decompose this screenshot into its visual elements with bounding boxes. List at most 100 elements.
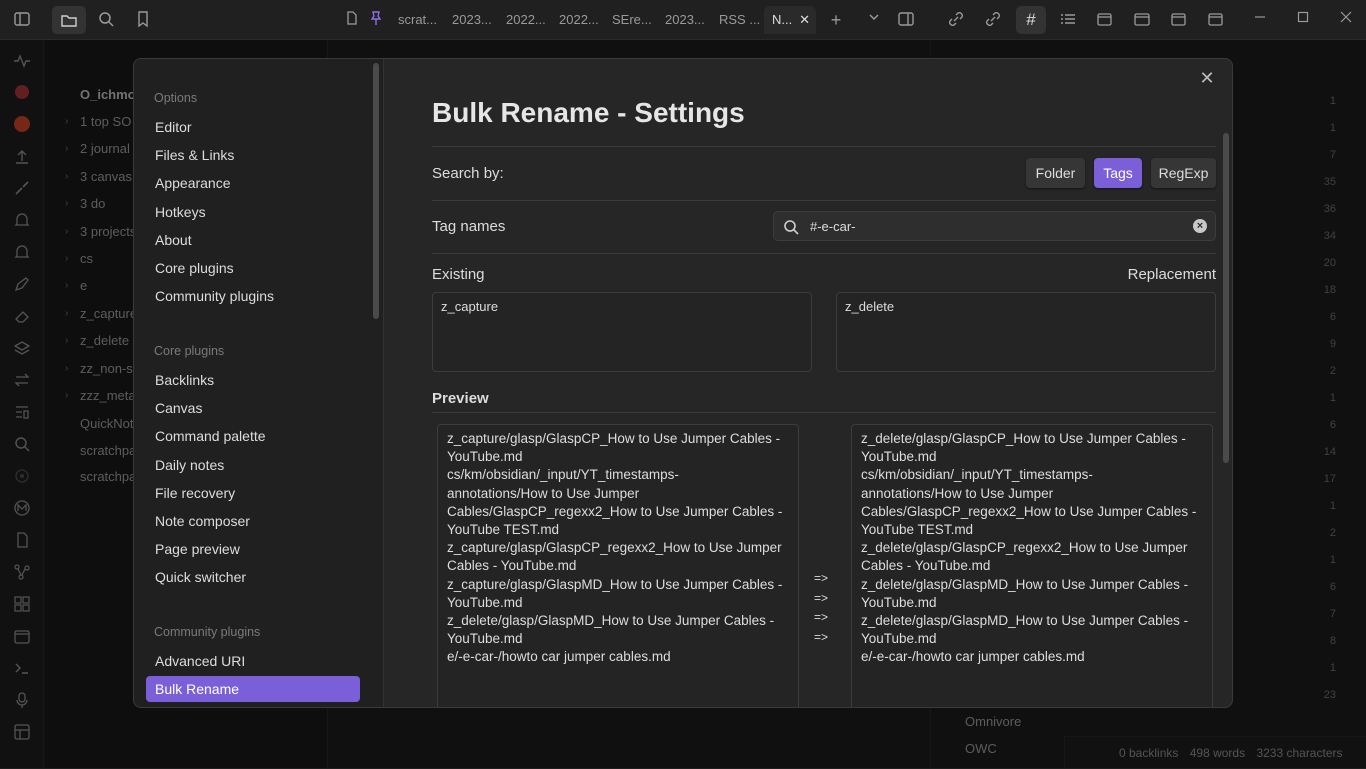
search-by-label: Search by: [432, 165, 504, 182]
preview-path-line: z_delete/glasp/GlaspMD_How to Use Jumper… [447, 612, 789, 630]
tag-names-label: Tag names [432, 218, 505, 235]
tab-1[interactable]: scrat... [398, 6, 446, 34]
sidebar-item-command-palette[interactable]: Command palette [146, 423, 360, 449]
sidebar-item-daily-notes[interactable]: Daily notes [146, 452, 360, 478]
sidebar-scrollbar[interactable] [373, 63, 379, 319]
close-window-icon[interactable] [1336, 10, 1356, 30]
calendar-icon[interactable] [1132, 10, 1152, 30]
preview-path-line: YouTube TEST.md [861, 521, 1203, 539]
minimize-icon[interactable] [1250, 10, 1270, 30]
preview-path-line: YouTube.md [447, 594, 789, 612]
preview-replacement-paths: z_delete/glasp/GlaspCP_How to Use Jumper… [851, 424, 1213, 708]
tab-5[interactable]: SEre... [612, 6, 656, 34]
calendar-clock-icon[interactable] [1095, 10, 1115, 30]
preview-path-line: z_delete/glasp/GlaspMD_How to Use Jumper… [861, 612, 1203, 630]
search-icon[interactable] [96, 10, 116, 30]
core-plugins-heading: Core plugins [154, 344, 224, 358]
title-bar: scrat... 2023... 2022... 2022... SEre...… [0, 0, 1366, 40]
preview-path-line: z_delete/glasp/GlaspCP_How to Use Jumper… [861, 430, 1203, 448]
preview-path-line: cs/km/obsidian/_input/YT_timestamps- [861, 466, 1203, 484]
regexp-button[interactable]: RegExp [1151, 158, 1216, 188]
tab-active[interactable]: N... ✕ [764, 6, 816, 34]
preview-path-line: YouTube.md [447, 448, 789, 466]
tag-icon[interactable]: # [1016, 6, 1046, 34]
preview-path-line: YouTube TEST.md [447, 521, 789, 539]
preview-path-line: Cables/GlaspCP_regexx2_How to Use Jumper… [447, 503, 789, 521]
file-icon [342, 10, 362, 30]
tags-button[interactable]: Tags [1094, 158, 1142, 188]
existing-label: Existing [432, 266, 485, 283]
community-plugins-heading: Community plugins [154, 625, 260, 639]
tab-7[interactable]: RSS ... [719, 6, 763, 34]
tab-2[interactable]: 2023... [452, 6, 500, 34]
preview-path-line: YouTube.md [861, 630, 1203, 648]
tab-6[interactable]: 2023... [665, 6, 713, 34]
divider [432, 253, 1216, 254]
divider [432, 146, 1216, 147]
sidebar-item-core-plugins[interactable]: Core plugins [146, 255, 360, 281]
sidebar-item-hotkeys[interactable]: Hotkeys [146, 199, 360, 225]
tab-4[interactable]: 2022... [559, 6, 607, 34]
sidebar-item-backlinks[interactable]: Backlinks [146, 367, 360, 393]
sidebar-item-files-links[interactable]: Files & Links [146, 142, 360, 168]
new-tab-icon[interactable]: + [826, 10, 846, 30]
sidebar-item-note-composer[interactable]: Note composer [146, 508, 360, 534]
preview-path-line: annotations/How to Use Jumper [447, 485, 789, 503]
preview-path-line: Cables - YouTube.md [861, 557, 1203, 575]
preview-path-line: z_capture/glasp/GlaspCP_How to Use Jumpe… [447, 430, 789, 448]
preview-path-line: z_capture/glasp/GlaspMD_How to Use Jumpe… [447, 576, 789, 594]
sidebar-item-advanced-uri[interactable]: Advanced URI [146, 648, 360, 674]
calendar-week-icon[interactable] [1169, 10, 1189, 30]
preview-existing-paths: z_capture/glasp/GlaspCP_How to Use Jumpe… [437, 424, 799, 708]
search-icon [782, 218, 800, 236]
replacement-label: Replacement [1128, 266, 1216, 283]
preview-arrows: =>=>=>=> [814, 569, 838, 647]
sidebar-item-community-plugins[interactable]: Community plugins [146, 283, 360, 309]
arrow-marker: => [814, 589, 838, 609]
arrow-marker: => [814, 628, 838, 648]
tab-active-label: N... [772, 12, 792, 27]
tag-search-box: × [773, 211, 1216, 241]
link-icon[interactable] [946, 10, 966, 30]
clear-search-icon[interactable]: × [1193, 219, 1207, 233]
preview-path-line: z_capture/glasp/GlaspCP_regexx2_How to U… [447, 539, 789, 557]
folder-icon[interactable] [52, 6, 86, 34]
replacement-textarea[interactable]: z_delete [836, 292, 1216, 372]
preview-path-line: YouTube.md [861, 594, 1203, 612]
settings-sidebar: Options EditorFiles & LinksAppearance Hot… [134, 59, 384, 708]
preview-path-line: YouTube.md [861, 448, 1203, 466]
close-tab-icon[interactable]: ✕ [799, 6, 810, 34]
preview-path-line: cs/km/obsidian/_input/YT_timestamps- [447, 466, 789, 484]
outgoing-link-icon[interactable] [983, 10, 1003, 30]
folder-button[interactable]: Folder [1026, 158, 1085, 188]
existing-textarea[interactable]: z_capture [432, 292, 812, 372]
maximize-icon[interactable] [1293, 10, 1313, 30]
preview-path-line: e/-e-car-/howto car jumper cables.md [861, 648, 1203, 666]
settings-modal: Options EditorFiles & LinksAppearance Hot… [133, 58, 1233, 708]
calendar-month-icon[interactable] [1206, 10, 1226, 30]
divider [432, 200, 1216, 201]
sidebar-item-about[interactable]: About [146, 227, 360, 253]
divider [432, 412, 1216, 413]
options-heading: Options [154, 91, 197, 105]
sidebar-item-file-recovery[interactable]: File recovery [146, 480, 360, 506]
chevron-down-icon[interactable] [864, 10, 884, 30]
sidebar-toggle-icon[interactable] [12, 10, 32, 30]
pin-icon[interactable] [366, 10, 386, 30]
plugin-settings: Bulk Rename - Settings Search by: Folder… [432, 59, 1216, 708]
page-title: Bulk Rename - Settings [432, 97, 745, 129]
tag-names-input[interactable] [810, 212, 1190, 240]
sidebar-item-bulk-rename[interactable]: Bulk Rename [146, 676, 360, 702]
preview-path-line: Cables/GlaspCP_regexx2_How to Use Jumper… [861, 503, 1203, 521]
right-sidebar-toggle-icon[interactable] [896, 10, 916, 30]
sidebar-item-editor[interactable]: Editor [146, 114, 360, 140]
list-icon[interactable] [1058, 10, 1078, 30]
sidebar-item-quick-switcher[interactable]: Quick switcher [146, 564, 360, 590]
bookmark-icon[interactable] [133, 10, 153, 30]
sidebar-item-appearance[interactable]: Appearance [146, 170, 360, 196]
tab-3[interactable]: 2022... [506, 6, 554, 34]
content-scrollbar[interactable] [1223, 133, 1229, 463]
sidebar-item-page-preview[interactable]: Page preview [146, 536, 360, 562]
sidebar-item-canvas[interactable]: Canvas [146, 395, 360, 421]
arrow-marker: => [814, 569, 838, 589]
